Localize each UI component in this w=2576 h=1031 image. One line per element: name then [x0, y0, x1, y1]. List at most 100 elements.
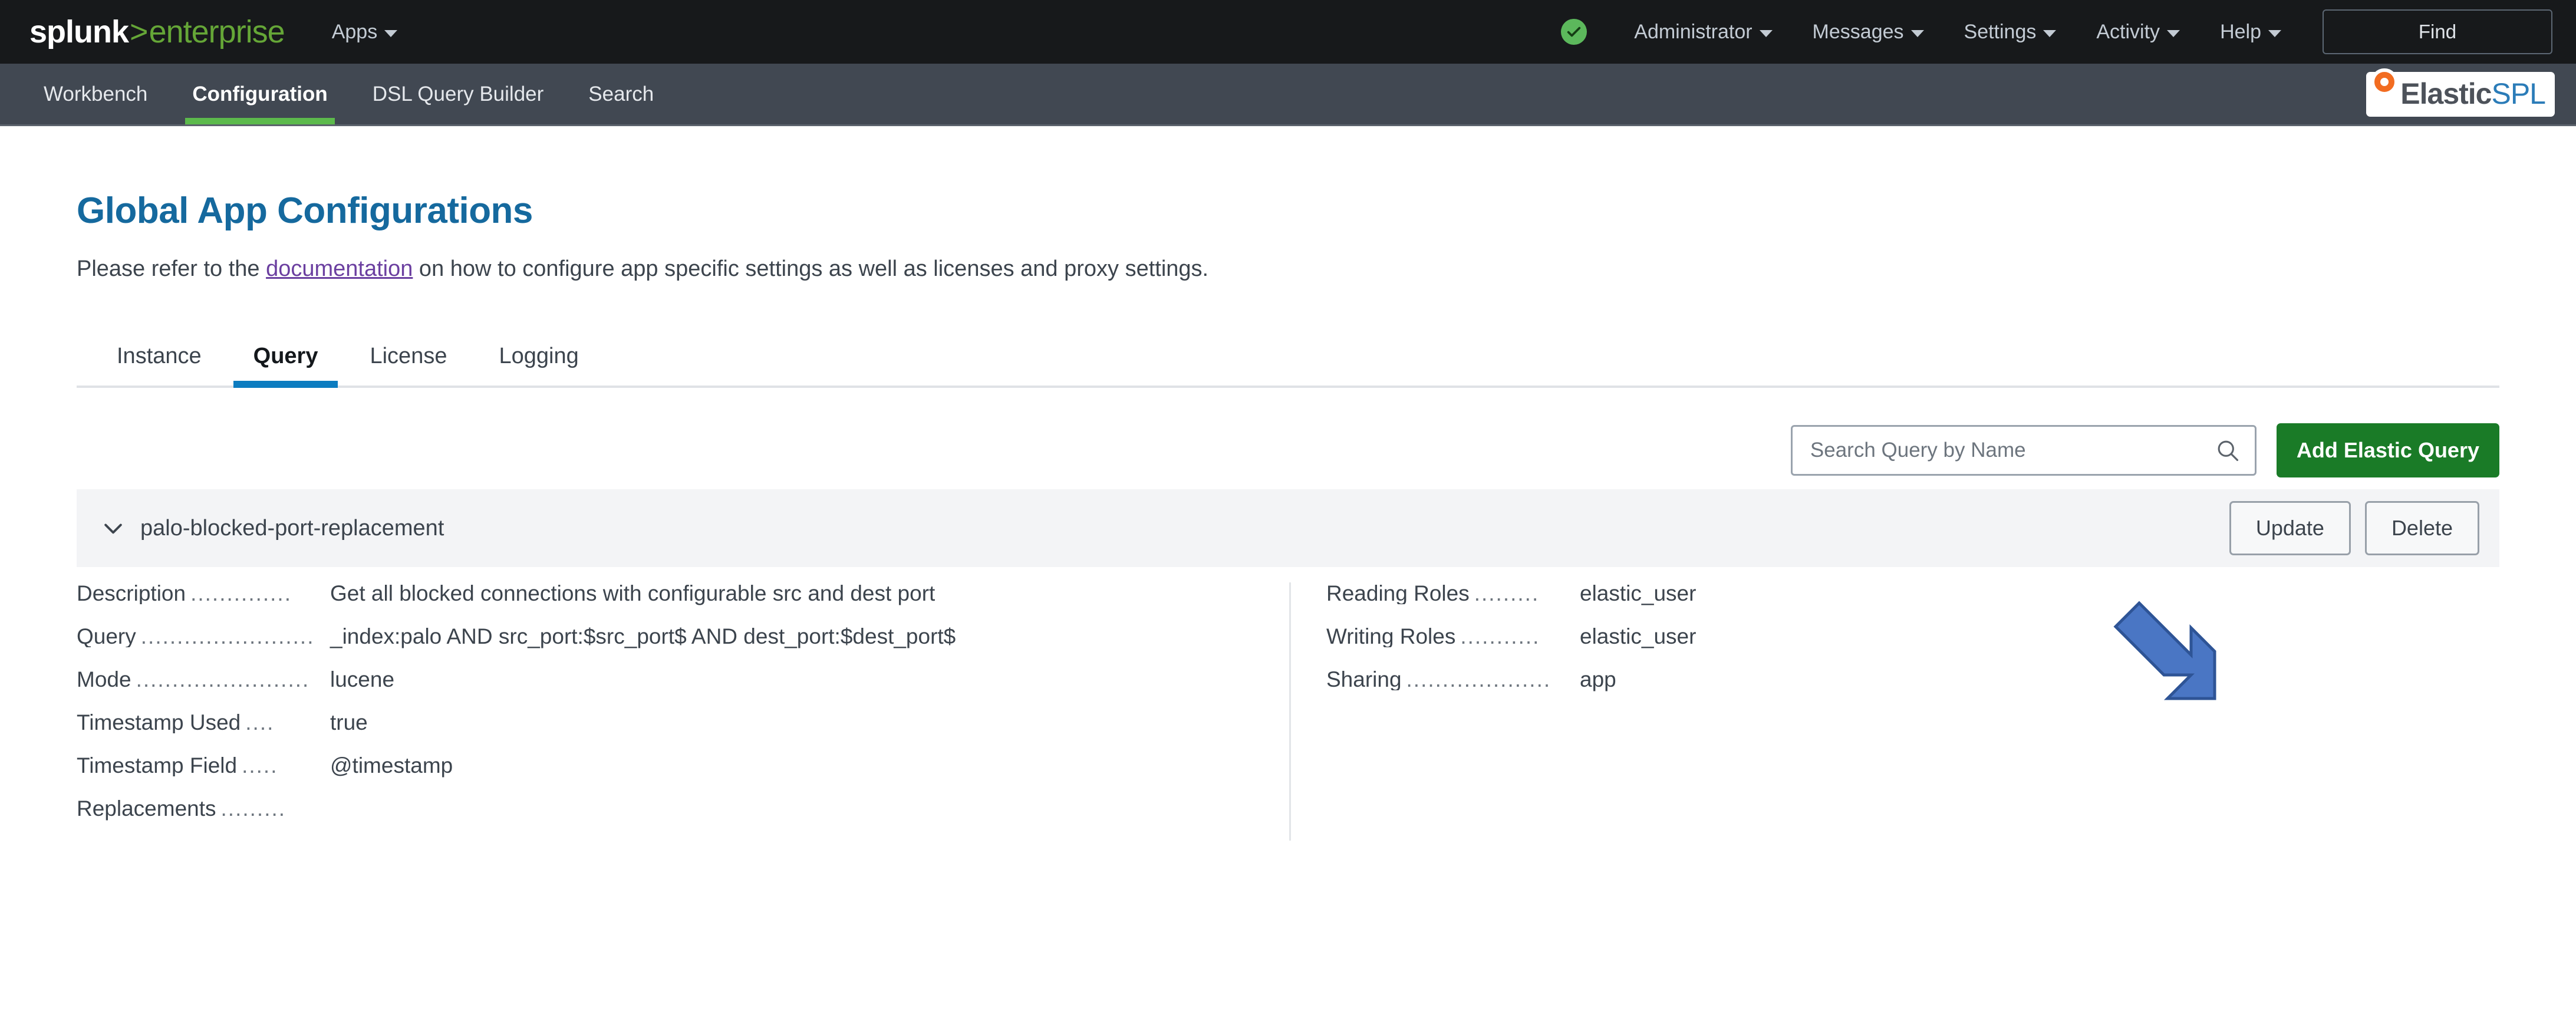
field-query-label: Query ........................ — [77, 625, 330, 647]
splunk-enterprise-logo[interactable]: splunk > enterprise — [29, 16, 285, 48]
search-input[interactable] — [1810, 439, 2215, 462]
menu-help-label: Help — [2220, 20, 2261, 43]
logo-splunk-text: splunk — [29, 14, 129, 50]
field-description-label: Description .............. — [77, 582, 330, 604]
tab-instance-label: Instance — [117, 343, 202, 368]
field-reading-roles-key: Reading Roles — [1326, 582, 1470, 604]
dot-leader: ........................ — [140, 625, 315, 647]
menu-messages-label: Messages — [1812, 20, 1904, 43]
field-query: Query ........................ _index:pa… — [77, 625, 1271, 647]
query-toolbar: Add Elastic Query — [77, 411, 2499, 489]
find-button[interactable]: Find — [2323, 9, 2552, 54]
logo-chevron-glyph: > — [130, 14, 149, 50]
menu-help[interactable]: Help — [2200, 21, 2301, 44]
query-row-header[interactable]: palo-blocked-port-replacement Update Del… — [77, 489, 2499, 567]
apps-menu[interactable]: Apps — [332, 21, 398, 44]
field-reading-roles-label: Reading Roles ......... — [1326, 582, 1580, 604]
green-check-circle-icon[interactable] — [1561, 19, 1587, 45]
page-description-suffix: on how to configure app specific setting… — [413, 256, 1209, 281]
app-tab-workbench-label: Workbench — [44, 82, 148, 106]
menu-settings-label: Settings — [1964, 20, 2037, 43]
search-query-box[interactable] — [1790, 425, 2257, 476]
menu-administrator-label: Administrator — [1634, 20, 1753, 43]
menu-messages[interactable]: Messages — [1793, 21, 1944, 44]
app-tab-workbench[interactable]: Workbench — [21, 64, 170, 124]
field-sharing-key: Sharing — [1326, 668, 1402, 690]
dot-leader: ......... — [1474, 582, 1540, 604]
add-elastic-query-button[interactable]: Add Elastic Query — [2276, 423, 2499, 477]
search-icon[interactable] — [2215, 437, 2241, 463]
field-mode: Mode ........................ lucene — [77, 668, 1271, 690]
menu-activity-label: Activity — [2096, 20, 2160, 43]
field-reading-roles-value: elastic_user — [1580, 581, 1697, 605]
app-nav-tabs: Workbench Configuration DSL Query Builde… — [0, 64, 676, 124]
documentation-link[interactable]: documentation — [266, 256, 413, 281]
delete-button[interactable]: Delete — [2364, 501, 2479, 555]
page-title: Global App Configurations — [77, 190, 533, 231]
field-timestamp-used-value: true — [330, 710, 368, 734]
splunk-top-bar: splunk > enterprise Apps Administrator Mes… — [0, 0, 2576, 64]
field-mode-label: Mode ........................ — [77, 668, 330, 690]
field-writing-roles-label: Writing Roles ........... — [1326, 625, 1580, 647]
field-query-key: Query — [77, 625, 136, 647]
field-description-key: Description — [77, 582, 186, 604]
field-description-value: Get all blocked connections with configu… — [330, 581, 935, 605]
page-description-prefix: Please refer to the — [77, 256, 266, 281]
chevron-down-icon — [2268, 30, 2281, 37]
field-writing-roles: Writing Roles ........... elastic_user — [1326, 625, 2499, 647]
field-timestamp-field: Timestamp Field ..... @timestamp — [77, 755, 1271, 776]
menu-administrator[interactable]: Administrator — [1614, 21, 1792, 44]
field-replacements-key: Replacements — [77, 796, 216, 821]
find-label: Find — [2418, 21, 2457, 42]
field-timestamp-field-value: @timestamp — [330, 753, 453, 778]
page-description: Please refer to the documentation on how… — [77, 256, 2499, 282]
top-bar-right-group: Administrator Messages Settings Activity… — [1561, 9, 2576, 54]
field-query-value: _index:palo AND src_port:$src_port$ AND … — [330, 624, 956, 648]
query-row-details: Description .............. Get all block… — [77, 567, 2499, 841]
elasticspl-logo: ElasticSPL — [2366, 68, 2555, 117]
brand-spl-text: SPL — [2491, 77, 2546, 110]
app-tab-dsl-query-builder-label: DSL Query Builder — [372, 82, 544, 106]
dot-leader: ..... — [242, 755, 278, 776]
query-details-left-column: Description .............. Get all block… — [77, 582, 1291, 841]
chevron-down-icon — [2043, 30, 2057, 37]
dot-leader: ........................ — [136, 668, 310, 690]
tab-logging[interactable]: Logging — [473, 327, 604, 386]
tab-logging-label: Logging — [499, 343, 579, 368]
menu-settings[interactable]: Settings — [1944, 21, 2077, 44]
field-sharing: Sharing .................... app — [1326, 668, 2499, 690]
dot-leader: ........... — [1460, 625, 1540, 647]
app-nav-bar: Workbench Configuration DSL Query Builde… — [0, 64, 2576, 126]
field-reading-roles: Reading Roles ......... elastic_user — [1326, 582, 2499, 604]
app-tab-configuration-label: Configuration — [192, 82, 328, 106]
app-tab-configuration[interactable]: Configuration — [170, 64, 350, 124]
app-tab-search-label: Search — [588, 82, 654, 106]
query-row-actions: Update Delete — [2229, 501, 2479, 555]
logo-enterprise-text: enterprise — [149, 14, 285, 50]
field-timestamp-used-label: Timestamp Used .... — [77, 712, 330, 733]
chevron-down-icon — [384, 30, 398, 37]
chevron-down-icon — [2167, 30, 2180, 37]
field-sharing-value: app — [1580, 667, 1616, 691]
dot-leader: .............. — [190, 582, 292, 604]
field-sharing-label: Sharing .................... — [1326, 668, 1580, 690]
chevron-down-icon[interactable] — [100, 515, 126, 541]
tab-license-label: License — [370, 343, 447, 368]
field-timestamp-field-label: Timestamp Field ..... — [77, 755, 330, 776]
config-tabs: Instance Query License Logging — [77, 327, 2499, 388]
page-content: Global App Configurations Please refer t… — [0, 190, 2576, 841]
menu-activity[interactable]: Activity — [2076, 21, 2200, 44]
tab-license[interactable]: License — [344, 327, 473, 386]
field-timestamp-used-key: Timestamp Used — [77, 712, 241, 733]
dot-leader: .................... — [1406, 668, 1551, 690]
app-tab-search[interactable]: Search — [566, 64, 676, 124]
update-button[interactable]: Update — [2229, 501, 2351, 555]
field-replacements-label: Replacements ......... — [77, 798, 291, 819]
dot-leader: .... — [245, 712, 275, 733]
chevron-down-icon — [1910, 30, 1924, 37]
tab-query[interactable]: Query — [228, 327, 344, 388]
tab-instance[interactable]: Instance — [91, 327, 228, 386]
app-tab-dsl-query-builder[interactable]: DSL Query Builder — [350, 64, 566, 124]
brand-elastic-text: Elastic — [2400, 77, 2492, 110]
field-mode-value: lucene — [330, 667, 395, 691]
